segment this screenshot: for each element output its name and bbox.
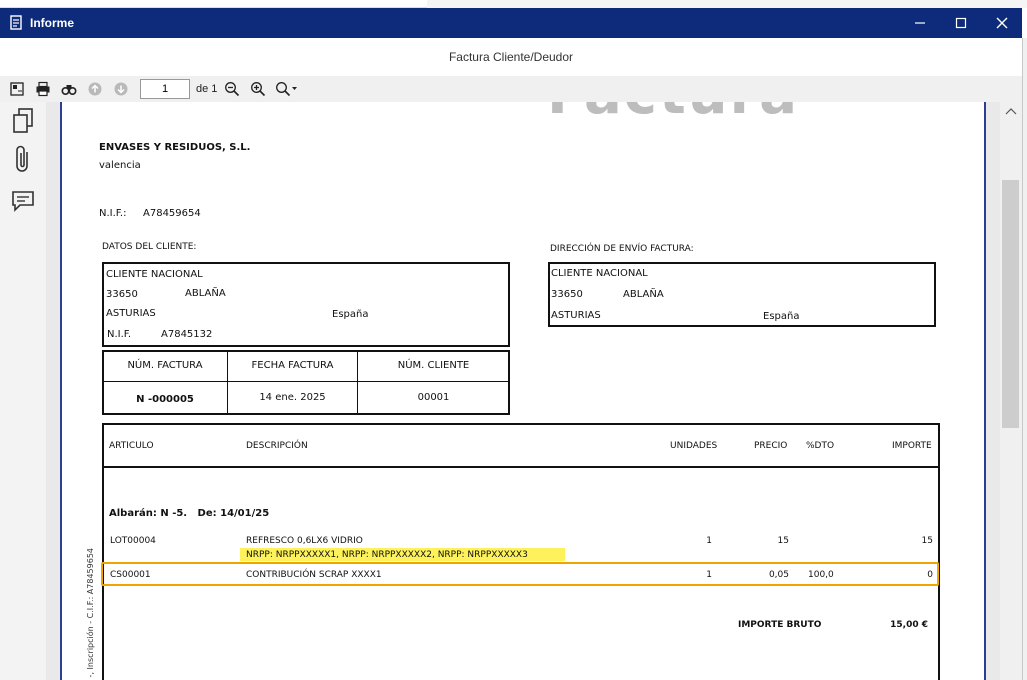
pages-panel-button[interactable]: [9, 106, 37, 136]
pages-icon: [13, 108, 33, 133]
row2-article: CS00001: [110, 570, 151, 580]
row1-article: LOT00004: [110, 536, 156, 546]
col-amount-header: IMPORTE: [892, 441, 932, 451]
gross-amount-label: IMPORTE BRUTO: [738, 620, 822, 630]
scroll-up-icon[interactable]: [1005, 106, 1017, 116]
maximize-button[interactable]: [940, 8, 982, 38]
print-button[interactable]: [32, 78, 54, 100]
shipping-town: ABLAÑA: [623, 289, 664, 300]
gross-amount-value: 15,00 €: [890, 620, 928, 630]
invoice-info-divider: [103, 381, 509, 382]
row1-description: REFRESCO 0,6LX6 VIDRIO: [246, 536, 363, 546]
print-icon: [36, 81, 50, 97]
report-viewer: Factura ENVASES Y RESIDUOS, S.L. valenci…: [46, 102, 1000, 680]
col-description-header: DESCRIPCIÓN: [246, 441, 308, 451]
client-section-label: DATOS DEL CLIENTE:: [102, 242, 197, 252]
window-title: Informe: [30, 16, 75, 30]
previous-page-icon: [88, 82, 102, 96]
company-city: valencia: [99, 160, 141, 171]
client-name: CLIENTE NACIONAL: [106, 269, 203, 280]
company-name: ENVASES Y RESIDUOS, S.L.: [99, 142, 251, 153]
attachment-icon: [16, 145, 28, 172]
row2-units: 1: [706, 570, 712, 580]
zoom-out-button[interactable]: [221, 78, 243, 100]
invoice-number: N -000005: [136, 394, 194, 405]
row2-description: CONTRIBUCIÓN SCRAP XXXX1: [246, 570, 382, 580]
find-icon: [61, 85, 77, 96]
page-count-label: de 1: [196, 83, 218, 95]
scrollbar-thumb[interactable]: [1002, 180, 1019, 428]
shipping-section-label: DIRECCIÓN DE ENVÍO FACTURA:: [550, 244, 694, 254]
delivery-note-label: Albarán: N -5. De: 14/01/25: [109, 508, 270, 519]
client-postal-code: 33650: [106, 289, 138, 300]
client-town: ABLAÑA: [185, 288, 226, 299]
zoom-menu-button[interactable]: [273, 78, 301, 100]
invoice-date: 14 ene. 2025: [259, 392, 326, 403]
shipping-postal-code: 33650: [551, 289, 583, 300]
shipping-province: ASTURIAS: [551, 310, 601, 321]
attachments-button[interactable]: [9, 144, 37, 174]
row1-note: NRPP: NRPPXXXXX1, NRPP: NRPPXXXXX2, NRPP…: [246, 550, 528, 560]
export-button[interactable]: [6, 78, 28, 100]
viewer-toolbar: de 1: [0, 76, 1022, 102]
report-header: Factura Cliente/Deudor: [0, 38, 1022, 76]
shipping-country: España: [763, 311, 800, 322]
row2-price: 0,05: [768, 570, 789, 580]
find-button[interactable]: [58, 78, 80, 100]
invoice-date-header: FECHA FACTURA: [251, 360, 334, 371]
comments-button[interactable]: [9, 186, 37, 216]
col-article-header: ARTICULO: [109, 441, 154, 451]
maximize-icon: [955, 17, 967, 29]
row2-discount: 100,0: [808, 570, 834, 580]
close-icon: [996, 17, 1008, 29]
client-nif-value: A7845132: [161, 329, 213, 340]
background-window: [0, 0, 1027, 8]
export-icon: [10, 82, 24, 96]
minimize-button[interactable]: [899, 8, 941, 38]
next-page-icon: [114, 82, 128, 96]
client-nif-label: N.I.F.: [107, 329, 132, 340]
close-button[interactable]: [981, 8, 1023, 38]
invoice-watermark-title: Factura: [547, 102, 799, 127]
vertical-legal-text: oja -, Inscripción - C.I.F.: A78459654: [86, 548, 95, 680]
previous-page-button[interactable]: [84, 78, 106, 100]
invoice-page: Factura ENVASES Y RESIDUOS, S.L. valenci…: [60, 102, 986, 680]
col-price-header: PRECIO: [754, 441, 788, 451]
zoom-menu-icon: [276, 82, 298, 97]
report-title: Factura Cliente/Deudor: [448, 50, 574, 64]
page-number-input[interactable]: [140, 79, 190, 99]
comment-icon: [12, 191, 34, 212]
row1-amount: 15: [921, 536, 933, 546]
client-number: 00001: [417, 392, 450, 403]
background-window-edge: [1022, 38, 1027, 680]
client-number-header: NÚM. CLIENTE: [397, 360, 470, 371]
client-province: ASTURIAS: [106, 308, 156, 319]
table-header-divider: [103, 466, 939, 468]
col-units-header: UNIDADES: [670, 441, 718, 451]
report-icon: [10, 15, 22, 30]
side-panel: [0, 102, 46, 680]
row1-price: 15: [777, 536, 789, 546]
company-nif-label: N.I.F.:: [99, 208, 127, 219]
zoom-out-icon: [225, 82, 240, 97]
next-page-button[interactable]: [110, 78, 132, 100]
row2-amount: 0: [927, 570, 933, 580]
col-discount-header: %DTO: [806, 441, 835, 451]
zoom-in-button[interactable]: [247, 78, 269, 100]
company-nif-value: A78459654: [143, 208, 201, 219]
zoom-in-icon: [251, 82, 266, 97]
client-country: España: [332, 309, 369, 320]
minimize-icon: [915, 22, 925, 24]
vertical-scrollbar[interactable]: [1000, 102, 1022, 680]
shipping-name: CLIENTE NACIONAL: [551, 268, 648, 279]
invoice-number-header: NÚM. FACTURA: [127, 360, 203, 371]
title-bar: Informe: [0, 8, 1022, 38]
row1-units: 1: [706, 536, 712, 546]
